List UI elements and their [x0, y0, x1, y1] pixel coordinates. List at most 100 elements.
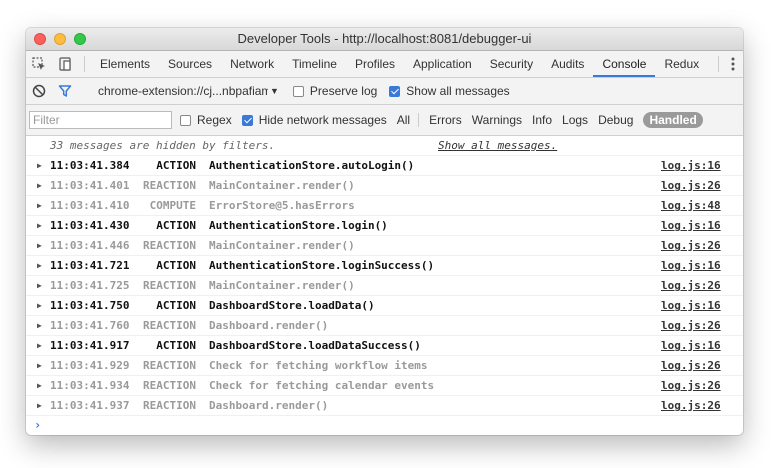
console-prompt[interactable]: › — [26, 416, 743, 435]
preserve-log-checkbox[interactable] — [292, 85, 304, 97]
log-row[interactable]: ▶ 11:03:41.401 REACTION MainContainer.rende… — [26, 176, 743, 196]
log-timestamp: 11:03:41.430 — [50, 219, 130, 232]
panel-tab-bar: Elements Sources Network Timeline Profil… — [26, 51, 743, 78]
level-divider — [418, 113, 420, 127]
expand-triangle-icon[interactable]: ▶ — [37, 196, 42, 215]
tab-application[interactable]: Application — [404, 51, 481, 77]
log-source-link[interactable]: log.js:26 — [661, 176, 721, 195]
log-source-link[interactable]: log.js:26 — [661, 276, 721, 295]
expand-triangle-icon[interactable]: ▶ — [37, 236, 42, 255]
expand-triangle-icon[interactable]: ▶ — [37, 336, 42, 355]
maximize-window-button[interactable] — [74, 33, 86, 45]
filter-input[interactable] — [29, 111, 172, 129]
log-source-link[interactable]: log.js:16 — [661, 336, 721, 355]
log-source-link[interactable]: log.js:26 — [661, 376, 721, 395]
level-info[interactable]: Info — [532, 113, 552, 127]
level-debug[interactable]: Debug — [598, 113, 633, 127]
regex-label: Regex — [197, 113, 232, 127]
show-all-messages-checkbox[interactable] — [389, 85, 401, 97]
log-kind: REACTION — [143, 279, 196, 292]
log-row[interactable]: ▶ 11:03:41.937 REACTION Dashboard.render() l… — [26, 396, 743, 416]
tab-sources[interactable]: Sources — [159, 51, 221, 77]
device-toolbar-icon[interactable] — [52, 51, 78, 77]
tab-profiles[interactable]: Profiles — [346, 51, 404, 77]
show-all-messages-link[interactable]: Show all messages. — [438, 136, 557, 155]
chevron-down-icon[interactable]: ▼ — [270, 86, 279, 96]
log-timestamp: 11:03:41.929 — [50, 359, 130, 372]
log-source-link[interactable]: log.js:26 — [661, 316, 721, 335]
tab-network[interactable]: Network — [221, 51, 283, 77]
inspect-element-icon[interactable] — [26, 51, 52, 77]
log-row[interactable]: ▶ 11:03:41.410 COMPUTE ErrorStore@5.hasErro… — [26, 196, 743, 216]
toolbar-divider — [84, 56, 85, 72]
level-all[interactable]: All — [397, 113, 410, 127]
tab-redux[interactable]: Redux — [655, 51, 708, 77]
log-source-link[interactable]: log.js:16 — [661, 296, 721, 315]
regex-checkbox[interactable] — [180, 114, 191, 126]
expand-triangle-icon[interactable]: ▶ — [37, 176, 42, 195]
more-options-icon[interactable] — [718, 51, 735, 77]
log-row[interactable]: ▶ 11:03:41.430 ACTION AuthenticationStore.l… — [26, 216, 743, 236]
log-row[interactable]: ▶ 11:03:41.929 REACTION Check for fetching … — [26, 356, 743, 376]
log-row[interactable]: ▶ 11:03:41.760 REACTION Dashboard.render() l… — [26, 316, 743, 336]
log-row[interactable]: ▶ 11:03:41.917 ACTION DashboardStore.loadDa… — [26, 336, 743, 356]
log-row[interactable]: ▶ 11:03:41.725 REACTION MainContainer.rende… — [26, 276, 743, 296]
log-source-link[interactable]: log.js:16 — [661, 256, 721, 275]
log-source-link[interactable]: log.js:26 — [661, 236, 721, 255]
clear-console-icon[interactable] — [26, 78, 52, 104]
level-errors[interactable]: Errors — [429, 113, 462, 127]
filter-icon[interactable] — [52, 78, 78, 104]
tab-timeline[interactable]: Timeline — [283, 51, 346, 77]
level-handled[interactable]: Handled — [643, 112, 703, 128]
expand-triangle-icon[interactable]: ▶ — [37, 316, 42, 335]
log-message: Dashboard.render() — [209, 319, 329, 332]
log-kind: REACTION — [143, 179, 196, 192]
window-title: Developer Tools - http://localhost:8081/… — [237, 31, 532, 46]
log-row[interactable]: ▶ 11:03:41.446 REACTION MainContainer.rende… — [26, 236, 743, 256]
tab-security[interactable]: Security — [481, 51, 542, 77]
log-timestamp: 11:03:41.725 — [50, 279, 130, 292]
log-source-link[interactable]: log.js:16 — [661, 156, 721, 175]
log-row[interactable]: ▶ 11:03:41.934 REACTION Check for fetching … — [26, 376, 743, 396]
log-kind: REACTION — [143, 239, 196, 252]
log-timestamp: 11:03:41.410 — [50, 199, 130, 212]
log-row[interactable]: ▶ 11:03:41.750 ACTION DashboardStore.loadDa… — [26, 296, 743, 316]
log-rows: ▶ 11:03:41.384 ACTION AuthenticationStore.a… — [26, 156, 743, 416]
log-source-link[interactable]: log.js:26 — [661, 396, 721, 415]
log-message: AuthenticationStore.autoLogin() — [209, 159, 415, 172]
log-kind: REACTION — [143, 359, 196, 372]
log-timestamp: 11:03:41.384 — [50, 159, 130, 172]
expand-triangle-icon[interactable]: ▶ — [37, 296, 42, 315]
minimize-window-button[interactable] — [54, 33, 66, 45]
expand-triangle-icon[interactable]: ▶ — [37, 396, 42, 415]
console-toolbar: chrome-extension://cj...nbpafiam ▼ Prese… — [26, 78, 743, 105]
hide-network-checkbox[interactable] — [241, 114, 253, 126]
log-message: MainContainer.render() — [209, 179, 355, 192]
expand-triangle-icon[interactable]: ▶ — [37, 356, 42, 375]
log-row[interactable]: ▶ 11:03:41.384 ACTION AuthenticationStore.a… — [26, 156, 743, 176]
level-logs[interactable]: Logs — [562, 113, 588, 127]
execution-context-select[interactable]: chrome-extension://cj...nbpafiam — [98, 84, 268, 98]
log-timestamp: 11:03:41.446 — [50, 239, 130, 252]
log-timestamp: 11:03:41.721 — [50, 259, 130, 272]
log-source-link[interactable]: log.js:16 — [661, 216, 721, 235]
log-message: MainContainer.render() — [209, 239, 355, 252]
log-message: Check for fetching calendar events — [209, 379, 435, 392]
log-source-link[interactable]: log.js:48 — [661, 196, 721, 215]
level-warnings[interactable]: Warnings — [472, 113, 522, 127]
log-timestamp: 11:03:41.760 — [50, 319, 130, 332]
expand-triangle-icon[interactable]: ▶ — [37, 256, 42, 275]
tab-elements[interactable]: Elements — [91, 51, 159, 77]
tab-audits[interactable]: Audits — [542, 51, 593, 77]
prompt-chevron-icon: › — [34, 418, 42, 432]
log-source-link[interactable]: log.js:26 — [661, 356, 721, 375]
expand-triangle-icon[interactable]: ▶ — [37, 276, 42, 295]
expand-triangle-icon[interactable]: ▶ — [37, 216, 42, 235]
close-window-button[interactable] — [34, 33, 46, 45]
expand-triangle-icon[interactable]: ▶ — [37, 156, 42, 175]
show-all-messages-label: Show all messages — [406, 84, 510, 98]
log-row[interactable]: ▶ 11:03:41.721 ACTION AuthenticationStore.l… — [26, 256, 743, 276]
tab-console[interactable]: Console — [593, 51, 656, 77]
log-timestamp: 11:03:41.937 — [50, 399, 130, 412]
expand-triangle-icon[interactable]: ▶ — [37, 376, 42, 395]
